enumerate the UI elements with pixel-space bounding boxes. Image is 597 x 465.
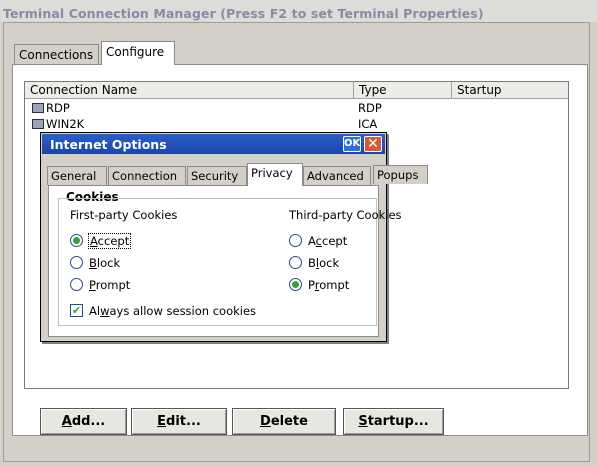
third-party-block-radio[interactable]: Block xyxy=(289,255,389,271)
first-party-accept-label: Accept xyxy=(88,233,132,249)
connection-type: ICA xyxy=(358,117,378,131)
edit-button[interactable]: Edit... xyxy=(131,408,227,435)
session-cookies-label: Always allow session cookies xyxy=(89,304,256,318)
third-party-label: Third-party Cookies xyxy=(289,208,402,222)
edit-label: dit... xyxy=(166,414,201,429)
first-party-prompt-radio[interactable]: Prompt xyxy=(70,277,170,293)
connection-type: RDP xyxy=(358,101,382,115)
first-block-mnemonic: B xyxy=(89,256,97,270)
list-item[interactable]: RDP RDP xyxy=(25,101,568,116)
radio-selected-icon xyxy=(289,278,302,291)
delete-label: elete xyxy=(270,414,308,429)
dialog-title: Internet Options xyxy=(50,137,167,152)
radio-selected-icon xyxy=(70,234,83,247)
tab-connection[interactable]: Connection xyxy=(108,166,186,185)
first-block-rest: lock xyxy=(96,256,121,270)
third-block-pre: B xyxy=(308,256,316,270)
ok-button[interactable]: OK xyxy=(343,136,361,152)
close-icon[interactable]: ✕ xyxy=(364,136,382,152)
first-prompt-mnemonic: P xyxy=(89,278,96,292)
tab-security-label: Security xyxy=(191,169,239,183)
third-party-block-label: Block xyxy=(308,256,339,270)
tab-configure-label: Configure xyxy=(106,45,165,59)
first-party-label: First-party Cookies xyxy=(70,208,178,222)
third-party-accept-radio[interactable]: Accept xyxy=(289,233,389,249)
column-startup-label: Startup xyxy=(457,83,502,97)
third-block-rest: ock xyxy=(319,256,340,270)
tab-configure[interactable]: Configure xyxy=(101,41,175,65)
tab-privacy[interactable]: Privacy xyxy=(247,163,303,186)
edit-mnemonic: E xyxy=(157,414,167,429)
delete-button[interactable]: Delete xyxy=(232,408,336,435)
startup-label: tartup... xyxy=(367,414,429,429)
tab-advanced-label: Advanced xyxy=(307,169,364,183)
radio-icon xyxy=(70,256,83,269)
radio-icon xyxy=(289,234,302,247)
tab-connections[interactable]: Connections xyxy=(14,44,99,64)
column-name-label: Connection Name xyxy=(30,83,138,97)
startup-button[interactable]: Startup... xyxy=(343,408,444,435)
delete-mnemonic: D xyxy=(260,414,271,429)
column-type-label: Type xyxy=(359,83,387,97)
first-accept-mnemonic: A xyxy=(90,234,98,248)
tab-general[interactable]: General xyxy=(47,166,107,185)
first-party-block-radio[interactable]: Block xyxy=(70,255,170,271)
third-accept-rest: cept xyxy=(322,234,348,248)
checkmark-icon: ✔ xyxy=(70,304,83,317)
computer-icon xyxy=(32,103,44,113)
add-button[interactable]: Add... xyxy=(40,408,127,435)
first-party-prompt-label: Prompt xyxy=(89,278,130,292)
session-rest: ays allow session cookies xyxy=(109,304,257,318)
first-party-accept-radio[interactable]: Accept xyxy=(70,233,170,249)
window-title-bar: Terminal Connection Manager (Press F2 to… xyxy=(0,0,597,22)
third-prompt-pre: P xyxy=(308,278,315,292)
radio-icon xyxy=(70,278,83,291)
list-item[interactable]: WIN2K ICA xyxy=(25,117,568,132)
session-pre: Al xyxy=(89,304,101,318)
third-prompt-rest: ompt xyxy=(319,278,350,292)
first-party-block-label: Block xyxy=(89,256,120,270)
third-party-prompt-radio[interactable]: Prompt xyxy=(289,277,389,293)
startup-mnemonic: S xyxy=(358,414,368,429)
third-party-accept-label: Accept xyxy=(308,234,347,248)
tab-popups[interactable]: Popups xyxy=(373,165,428,184)
tab-general-label: General xyxy=(51,169,97,183)
first-accept-rest: ccept xyxy=(97,234,130,248)
session-cookies-checkbox[interactable]: ✔ Always allow session cookies xyxy=(70,303,290,319)
tab-connections-label: Connections xyxy=(19,48,94,62)
tab-security[interactable]: Security xyxy=(187,166,247,185)
column-header-name[interactable]: Connection Name xyxy=(25,82,354,99)
dialog-title-bar[interactable]: Internet Options OK ✕ xyxy=(42,134,385,154)
tab-privacy-label: Privacy xyxy=(251,166,293,180)
tab-advanced[interactable]: Advanced xyxy=(303,166,371,185)
radio-icon xyxy=(289,256,302,269)
add-mnemonic: A xyxy=(61,414,72,429)
tab-popups-label: Popups xyxy=(377,168,419,182)
column-header-startup[interactable]: Startup xyxy=(452,82,568,99)
first-prompt-rest: rompt xyxy=(95,278,131,292)
column-header-type[interactable]: Type xyxy=(354,82,452,99)
third-party-prompt-label: Prompt xyxy=(308,278,349,292)
add-label: dd... xyxy=(71,414,106,429)
computer-icon xyxy=(32,119,44,129)
window-title: Terminal Connection Manager (Press F2 to… xyxy=(3,6,484,21)
connection-name: RDP xyxy=(46,101,70,115)
third-accept-pre: A xyxy=(308,234,316,248)
connection-name: WIN2K xyxy=(46,117,85,131)
tab-connection-label: Connection xyxy=(112,169,178,183)
